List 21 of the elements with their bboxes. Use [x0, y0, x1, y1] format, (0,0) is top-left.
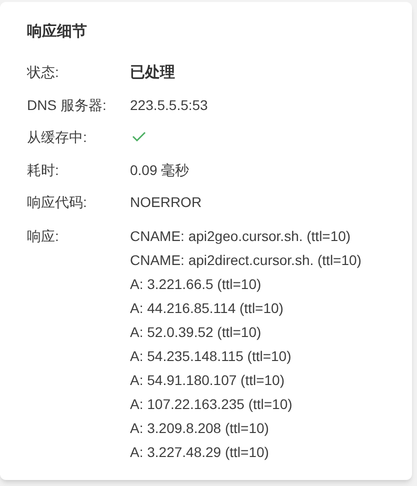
- record-line: A: 3.227.48.29 (ttl=10): [130, 442, 270, 462]
- field-label: 响应:: [27, 226, 60, 246]
- record-line: CNAME: api2direct.cursor.sh. (ttl=10): [130, 250, 362, 270]
- record-line: A: 3.209.8.208 (ttl=10): [130, 418, 270, 438]
- record-line: A: 3.221.66.5 (ttl=10): [130, 274, 262, 294]
- field-label: DNS 服务器:: [27, 96, 108, 114]
- field-label: 状态:: [27, 63, 60, 82]
- panel-title: 响应细节: [27, 22, 88, 42]
- record-line: A: 54.91.180.107 (ttl=10): [130, 370, 286, 390]
- record-line: CNAME: api2geo.cursor.sh. (ttl=10): [130, 226, 352, 246]
- field-label: 耗时:: [27, 160, 60, 180]
- record-line: A: 107.22.163.235 (ttl=10): [130, 394, 294, 414]
- record-line: A: 44.216.85.114 (ttl=10): [130, 298, 284, 318]
- status-value: 已处理: [130, 64, 175, 81]
- field-label: 响应代码:: [27, 193, 88, 212]
- record-line: A: 52.0.39.52 (ttl=10): [130, 322, 262, 342]
- field-value: 223.5.5.5:53: [130, 96, 208, 112]
- field-value: NOERROR: [130, 194, 202, 210]
- field-value: 0.09 毫秒: [130, 162, 190, 178]
- record-line: A: 54.235.148.115 (ttl=10): [130, 346, 292, 366]
- field-label: 从缓存中:: [27, 128, 88, 147]
